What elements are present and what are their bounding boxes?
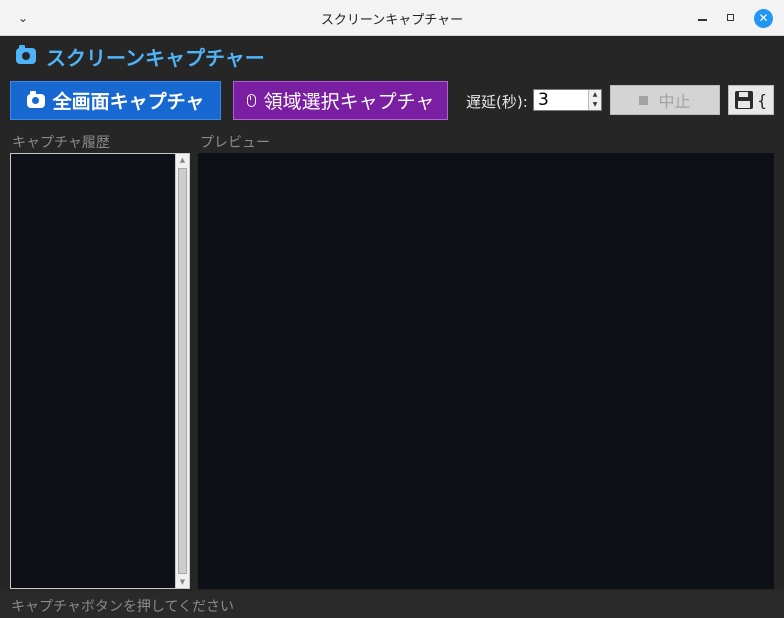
capture-history-list[interactable]: ▲ ▼ [10, 153, 190, 589]
stop-label: 中止 [658, 92, 691, 111]
window-title: スクリーンキャプチャー [320, 13, 464, 28]
close-button[interactable]: ✕ [754, 9, 773, 28]
camera-icon [26, 90, 45, 108]
scroll-up-arrow-icon[interactable]: ▲ [176, 154, 189, 166]
fullscreen-capture-label: 全画面キャプチャ [52, 91, 205, 113]
title-bar: ⌄ スクリーンキャプチャー ✕ [0, 0, 784, 36]
delay-spinbox[interactable]: ▲ ▼ [533, 89, 602, 111]
preview-label: プレビュー [200, 135, 270, 151]
stop-button[interactable]: 中止 [610, 85, 720, 115]
region-capture-label: 領域選択キャプチャ [263, 91, 435, 113]
camera-icon [16, 45, 36, 64]
status-text: キャプチャボタンを押してください [11, 599, 235, 615]
delay-label: 遅延(秒): [466, 93, 528, 111]
spin-down-arrow-icon[interactable]: ▼ [588, 100, 601, 110]
delay-input[interactable] [536, 90, 590, 110]
scrollbar-thumb[interactable] [178, 168, 187, 574]
minimize-button[interactable] [694, 9, 712, 27]
region-capture-button[interactable]: 領域選択キャプチャ [233, 81, 448, 120]
app-heading: スクリーンキャプチャー [16, 42, 265, 70]
mouse-icon [246, 94, 256, 107]
app-heading-text: スクリーンキャプチャー [46, 45, 265, 70]
floppy-disk-icon [735, 91, 753, 109]
status-bar: キャプチャボタンを押してください [0, 591, 784, 618]
stop-square-icon [639, 95, 649, 105]
history-scrollbar[interactable]: ▲ ▼ [175, 154, 189, 588]
save-button[interactable]: { [728, 85, 774, 115]
scroll-down-arrow-icon[interactable]: ▼ [176, 576, 189, 588]
history-label: キャプチャ履歴 [12, 135, 110, 151]
save-label-partial: { [757, 90, 768, 110]
maximize-button[interactable] [722, 9, 740, 27]
preview-canvas [198, 153, 774, 589]
fullscreen-capture-button[interactable]: 全画面キャプチャ [10, 81, 221, 120]
app-window: ⌄ スクリーンキャプチャー ✕ スクリーンキャプチャー 全画面キャプチャ 領域選… [0, 0, 784, 618]
